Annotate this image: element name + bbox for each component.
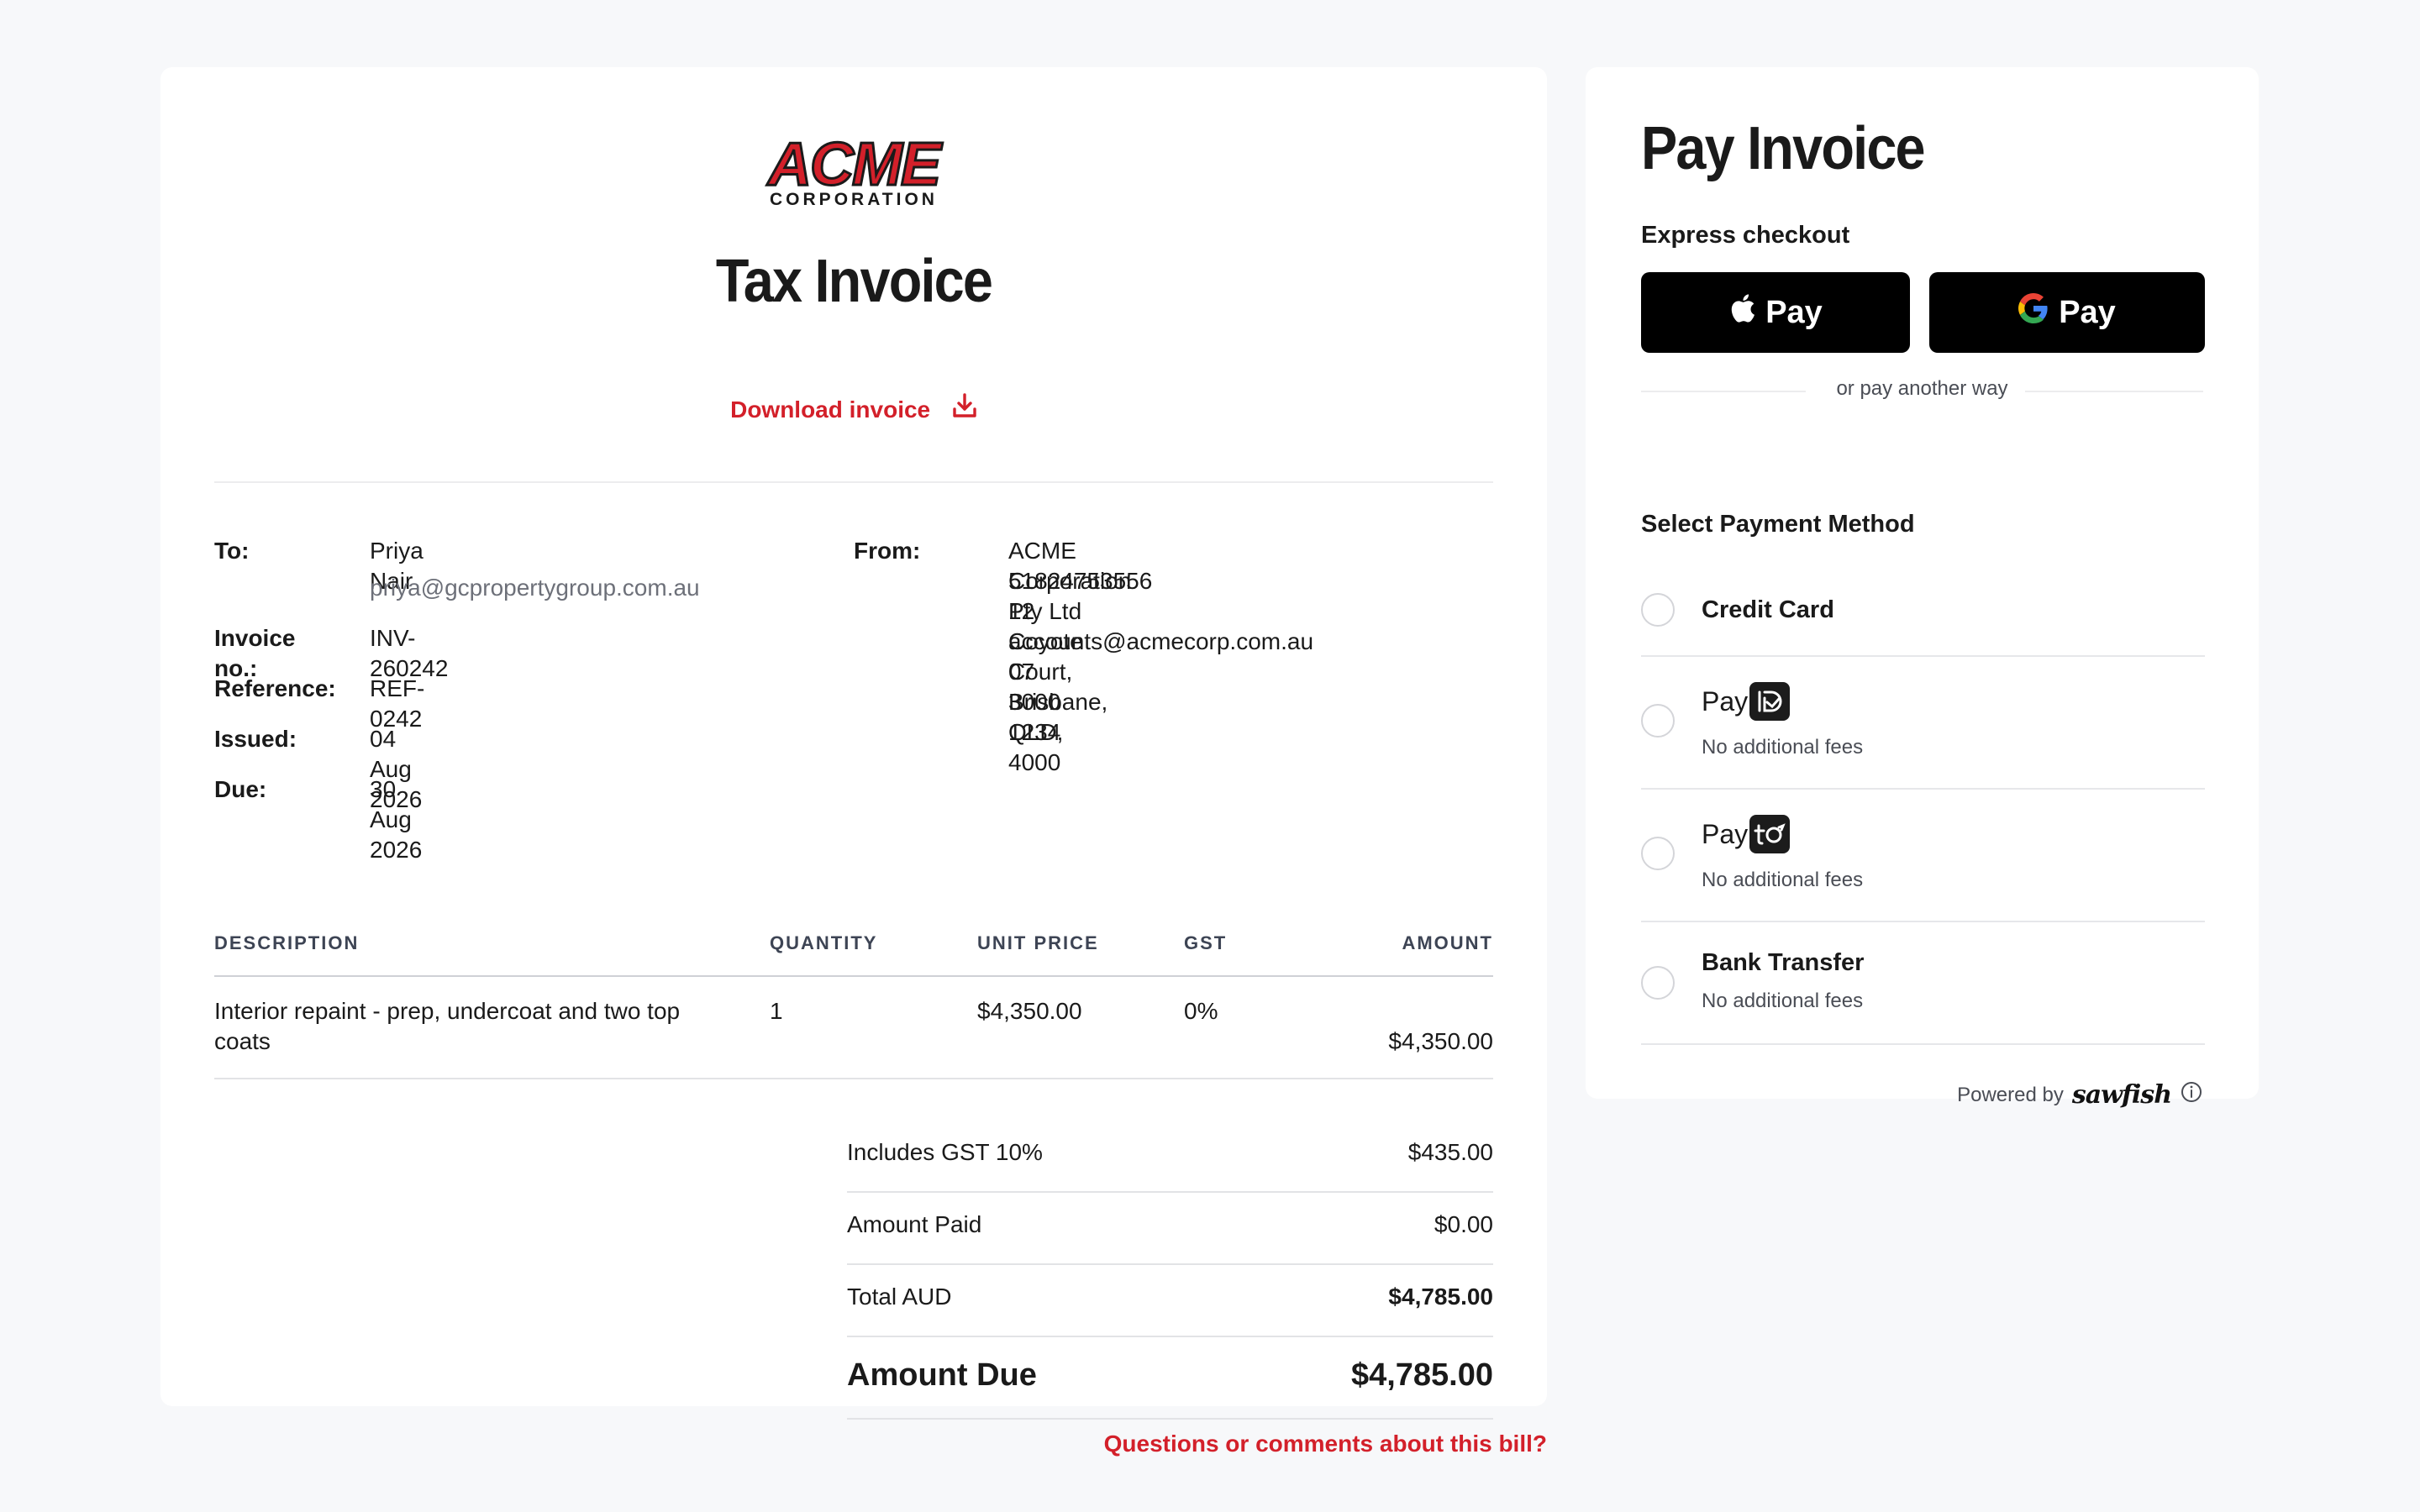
- credit-card-label: Credit Card: [1702, 596, 1834, 623]
- col-gst: GST: [1184, 932, 1228, 953]
- col-description: DESCRIPTION: [214, 932, 360, 953]
- row-description-line1: Interior repaint - prep, undercoat and t…: [214, 998, 681, 1024]
- from-email: accounts@acmecorp.com.au: [1008, 628, 1314, 654]
- total-value: $4,785.00: [1388, 1284, 1493, 1310]
- radio-bank-transfer[interactable]: [1641, 966, 1675, 1000]
- express-checkout-label: Express checkout: [1641, 222, 1850, 249]
- payto-pay-text: Pay: [1702, 818, 1749, 849]
- bank-transfer-label: Bank Transfer: [1702, 949, 1865, 976]
- radio-payto[interactable]: [1641, 837, 1675, 870]
- total-label: Total AUD: [847, 1284, 952, 1310]
- payment-option-bank-transfer[interactable]: Bank Transfer No additional fees: [1641, 922, 2205, 1045]
- due-label: Due:: [214, 776, 267, 802]
- summary-divider: [847, 1191, 1493, 1193]
- payid-fee-text: No additional fees: [1702, 736, 1864, 759]
- sawfish-logo: sawfish: [2071, 1080, 2172, 1110]
- from-abn: 51824753556: [1008, 568, 1153, 594]
- radio-credit-card[interactable]: [1641, 593, 1675, 627]
- summary-divider: [847, 1263, 1493, 1265]
- payid-pay-text: Pay: [1702, 685, 1749, 717]
- amount-paid-label: Amount Paid: [847, 1211, 982, 1237]
- amount-paid-value: $0.00: [1434, 1211, 1493, 1237]
- gst-value: $435.00: [1407, 1139, 1493, 1165]
- google-pay-label: Pay: [2059, 294, 2116, 330]
- amount-due-value: $4,785.00: [1350, 1357, 1493, 1393]
- payment-option-payid[interactable]: Pay No additional fees: [1641, 657, 2205, 790]
- due-value: 30 Aug 2026: [370, 776, 423, 863]
- payto-fee-text: No additional fees: [1702, 869, 1864, 891]
- bank-transfer-fee-text: No additional fees: [1702, 990, 1864, 1012]
- logo-sub-text: CORPORATION: [770, 190, 938, 207]
- amount-due-label: Amount Due: [847, 1357, 1037, 1393]
- payto-logo: Pay: [1702, 815, 1791, 853]
- google-pay-button[interactable]: Pay: [1929, 272, 2205, 353]
- payid-logo: Pay: [1702, 682, 1791, 721]
- payid-icon: [1749, 682, 1791, 721]
- row-unit-price: $4,350.00: [977, 998, 1082, 1024]
- invoice-title: Tax Invoice: [715, 248, 993, 315]
- powered-by: Powered by sawfish: [1957, 1080, 2203, 1110]
- invoice-card: ACME CORPORATION Tax Invoice Download in…: [160, 67, 1547, 1420]
- apple-icon: [1728, 292, 1755, 333]
- pay-card: Pay Invoice Express checkout Pay Pay or …: [1586, 67, 2259, 1110]
- from-label: From:: [854, 538, 921, 564]
- header-divider: [214, 481, 1493, 483]
- row-amount: $4,350.00: [1388, 1028, 1493, 1054]
- summary-divider: [847, 1336, 1493, 1337]
- google-g-icon: [2018, 293, 2049, 332]
- download-invoice-link[interactable]: Download invoice: [160, 393, 1547, 425]
- to-label: To:: [214, 538, 250, 564]
- or-pay-another-way: or pay another way: [1836, 377, 2008, 400]
- download-icon: [952, 392, 977, 425]
- from-phone: 07 3000 1234: [1008, 659, 1061, 745]
- col-quantity: QUANTITY: [770, 932, 878, 953]
- customer-email: priya@gcpropertygroup.com.au: [370, 575, 700, 601]
- row-quantity: 1: [770, 998, 783, 1024]
- logo-main-text: ACME: [766, 134, 943, 198]
- select-payment-method-label: Select Payment Method: [1641, 511, 1915, 538]
- powered-by-text: Powered by: [1957, 1083, 2064, 1106]
- payto-icon: [1749, 815, 1791, 853]
- row-gst: 0%: [1184, 998, 1218, 1024]
- method-divider: [1641, 1043, 2205, 1045]
- payment-option-payto[interactable]: Pay No additional fees: [1641, 790, 2205, 922]
- apple-pay-button[interactable]: Pay: [1641, 272, 1910, 353]
- acme-logo: ACME CORPORATION: [160, 134, 1547, 211]
- info-icon[interactable]: [2180, 1080, 2203, 1110]
- row-description-line2: coats: [214, 1028, 271, 1054]
- radio-payid[interactable]: [1641, 704, 1675, 738]
- summary-divider: [847, 1418, 1493, 1420]
- payment-option-credit-card[interactable]: Credit Card: [1641, 571, 2205, 657]
- col-amount: AMOUNT: [1402, 932, 1493, 953]
- apple-pay-label: Pay: [1765, 294, 1823, 330]
- col-unit-price: UNIT PRICE: [977, 932, 1099, 953]
- gst-label: Includes GST 10%: [847, 1139, 1043, 1165]
- download-invoice-label: Download invoice: [730, 396, 931, 423]
- table-header-divider: [214, 975, 1493, 977]
- table-row-divider: [214, 1078, 1493, 1079]
- questions-link[interactable]: Questions or comments about this bill?: [1104, 1431, 1547, 1457]
- pay-title: Pay Invoice: [1641, 115, 1926, 182]
- reference-label: Reference:: [214, 675, 336, 701]
- issued-label: Issued:: [214, 726, 297, 752]
